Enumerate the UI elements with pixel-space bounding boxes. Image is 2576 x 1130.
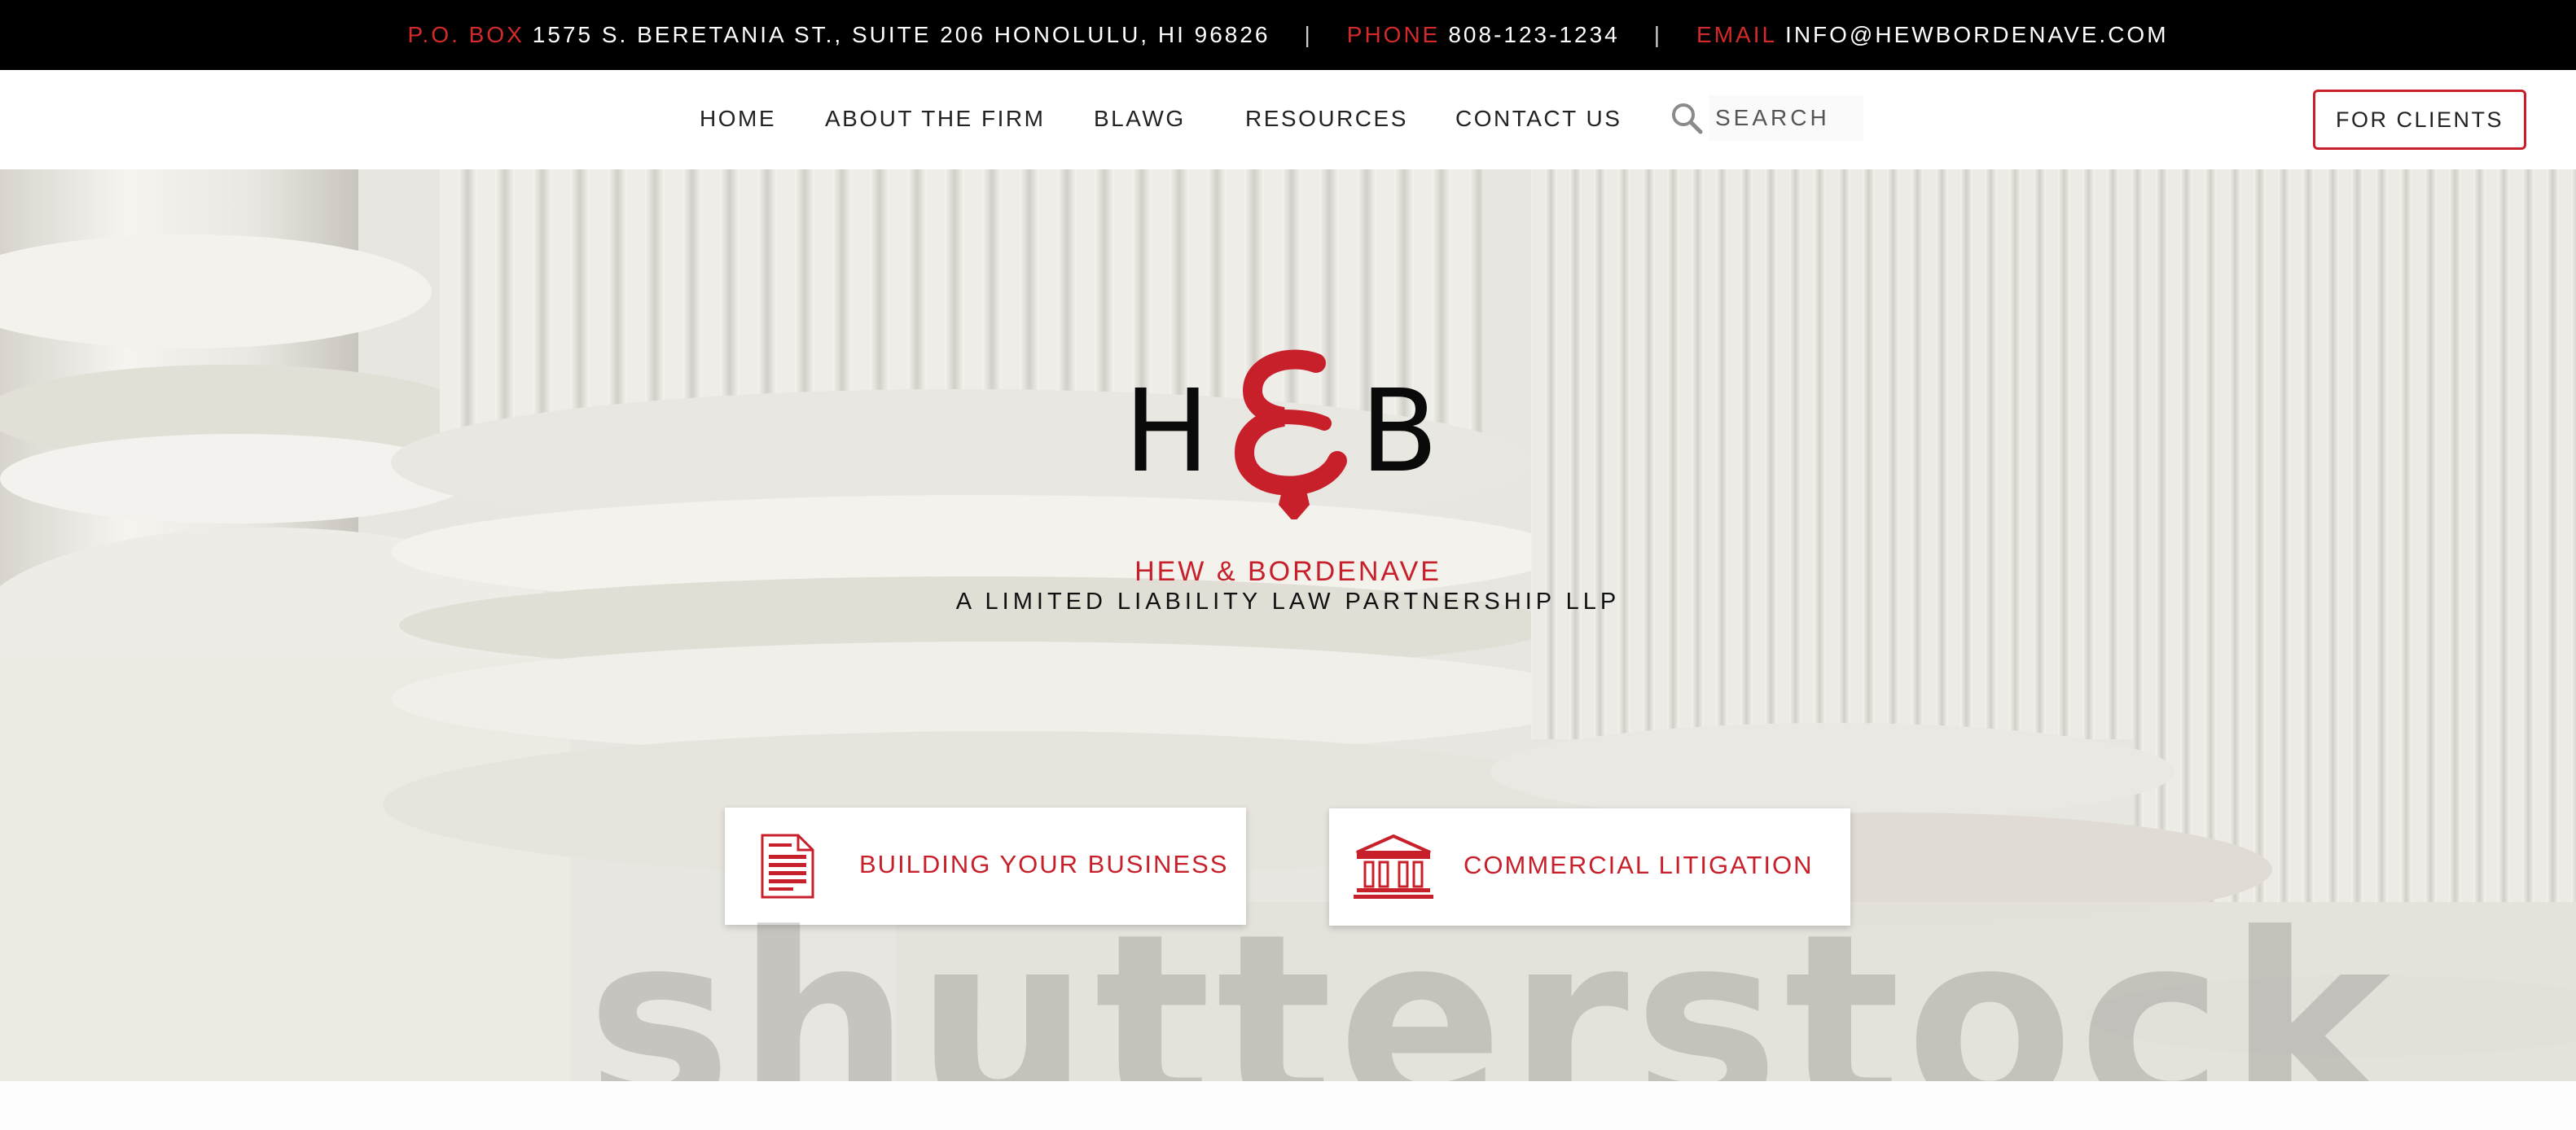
svg-text:B: B [1360, 366, 1438, 498]
nav-resources[interactable]: RESOURCES [1245, 106, 1408, 132]
nav-about-the-firm[interactable]: ABOUT THE FIRM [825, 106, 1045, 132]
pobox-address: 1575 S. BERETANIA ST., SUITE 206 HONOLUL… [532, 22, 1270, 47]
hb-logo[interactable]: H B [1124, 348, 1450, 519]
pobox-label: P.O. BOX [407, 22, 524, 47]
nav-contact-us[interactable]: CONTACT US [1455, 106, 1622, 132]
card-label: BUILDING YOUR BUSINESS [859, 850, 1229, 878]
card-label: COMMERCIAL LITIGATION [1464, 851, 1814, 879]
stock-watermark: shutterstock [586, 882, 2396, 1082]
main-navigation: HOME ABOUT THE FIRM BLAWG RESOURCES CONT… [0, 70, 2576, 169]
separator: | [1653, 22, 1663, 47]
email-link[interactable]: INFO@HEWBORDENAVE.COM [1785, 22, 2168, 48]
firm-tagline: A LIMITED LIABILITY LAW PARTNERSHIP LLP [955, 589, 1621, 615]
nav-blawg[interactable]: BLAWG [1094, 106, 1186, 132]
email-label: EMAIL [1696, 22, 1778, 47]
svg-text:H: H [1124, 366, 1209, 498]
page-bottom [0, 1081, 2576, 1130]
search-input[interactable] [1709, 95, 1863, 141]
search-box [1670, 93, 1865, 143]
separator: | [1304, 22, 1313, 47]
search-icon[interactable] [1670, 101, 1704, 135]
hero-banner: H B HEW & BORDENAVE A LIMITED LIABILITY … [0, 169, 2576, 1081]
contact-bar: P.O. BOX 1575 S. BERETANIA ST., SUITE 20… [0, 0, 2576, 70]
phone-number-link[interactable]: 808-123-1234 [1448, 22, 1619, 48]
nav-home[interactable]: HOME [700, 106, 776, 132]
phone-label: PHONE [1346, 22, 1441, 47]
firm-name: HEW & BORDENAVE [1134, 556, 1442, 587]
for-clients-button[interactable]: FOR CLIENTS [2313, 90, 2526, 150]
